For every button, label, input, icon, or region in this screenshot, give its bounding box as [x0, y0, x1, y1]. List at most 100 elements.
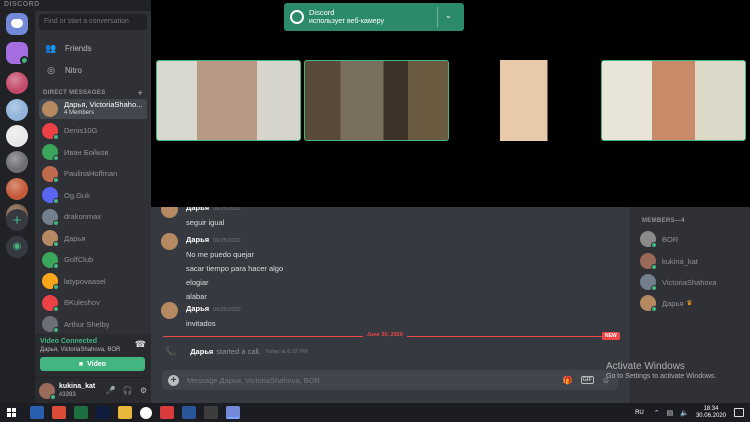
video-button[interactable]: ■ Video	[40, 357, 145, 371]
member-name: VictoriaShahova	[662, 277, 717, 287]
volume-icon[interactable]: 🔈	[680, 409, 689, 417]
user-tag: #3393	[59, 391, 76, 398]
headphones-icon[interactable]: 🎧	[123, 386, 133, 395]
dm-item[interactable]: Og.Guk	[39, 185, 147, 205]
windows-activation-watermark: Activate Windows Go to Settings to activ…	[606, 361, 750, 380]
guild-server-3[interactable]	[6, 125, 28, 147]
taskbar-chrome-icon[interactable]	[52, 406, 66, 419]
notification-title: Discord	[309, 8, 335, 17]
dm-item[interactable]: Arthur Shelby	[39, 314, 147, 334]
dm-item[interactable]: Дарья	[39, 228, 147, 248]
nav-friends[interactable]: 👥 Friends	[39, 39, 147, 57]
guild-server-1[interactable]	[6, 72, 28, 94]
guild-server-4[interactable]	[6, 151, 28, 173]
member-item[interactable]: BOR	[640, 231, 679, 248]
date-divider: June 30, 2020	[363, 332, 407, 338]
system-author[interactable]: Дарья	[190, 347, 213, 356]
video-button-label: Video	[87, 360, 107, 368]
clock[interactable]: 18:34 30.06.2020	[696, 406, 726, 420]
dm-item[interactable]: latypovaasel	[39, 271, 147, 291]
member-name: BOR	[662, 234, 679, 244]
clock-time: 18:34	[703, 405, 719, 412]
nav-nitro[interactable]: ◎ Nitro	[39, 61, 147, 79]
taskbar-photoshop-icon[interactable]	[96, 406, 110, 419]
message-avatar[interactable]	[161, 233, 178, 250]
member-item[interactable]: kukina_kat	[640, 253, 698, 270]
new-badge: NEW	[602, 332, 620, 340]
video-tile-1[interactable]	[156, 60, 301, 141]
member-item[interactable]: Дарья ♛	[640, 295, 693, 312]
video-tile-2[interactable]	[304, 60, 449, 141]
message-composer[interactable]: + Message Дарья, VictoriaShahova, BOR 🎁 …	[162, 370, 618, 390]
dm-avatar	[42, 165, 59, 183]
member-avatar	[640, 231, 657, 248]
dm-item[interactable]: PaulinaHoffman	[39, 164, 147, 184]
dm-name: Og.Guk	[64, 190, 90, 200]
chevron-down-icon[interactable]: ⌄	[445, 11, 452, 20]
notification-badge	[20, 56, 28, 64]
webcam-notification[interactable]: Discord использует веб-камеру ⌄	[284, 3, 464, 31]
taskbar-camera-icon[interactable]	[160, 406, 174, 419]
dm-item[interactable]: Иван Бойков	[39, 142, 147, 162]
taskbar-excel-icon[interactable]	[74, 406, 88, 419]
gift-icon[interactable]: 🎁	[563, 376, 573, 385]
phone-icon: 📞	[165, 346, 177, 356]
microphone-icon[interactable]: 🎤	[106, 386, 116, 395]
dm-name: drakonmax	[64, 212, 102, 221]
member-name: Дарья	[662, 298, 684, 308]
notifications-icon[interactable]	[734, 408, 744, 417]
dm-avatar	[42, 122, 59, 140]
chat-message: Дарья 06/25/2020 No me puedo quejar sacar t…	[161, 233, 283, 303]
message-avatar[interactable]	[161, 302, 178, 319]
dm-item[interactable]: Дарья, VictoriaShaho... 4 Members	[39, 99, 147, 119]
create-dm-icon[interactable]: +	[137, 89, 143, 98]
guild-home[interactable]	[6, 13, 28, 35]
guild-server-5[interactable]	[6, 178, 28, 200]
message-text: elogiar	[186, 278, 209, 287]
dm-name: latypovaasel	[64, 276, 106, 286]
disconnect-icon[interactable]: ☎	[135, 339, 146, 350]
message-author[interactable]: Дарья	[186, 304, 209, 313]
gif-icon[interactable]: GIF	[580, 376, 594, 384]
message-author[interactable]: Дарья	[186, 207, 209, 212]
upload-plus-icon[interactable]: +	[168, 374, 179, 386]
message-author[interactable]: Дарья	[186, 235, 209, 244]
search-input[interactable]: Find or start a conversation	[39, 14, 147, 30]
voice-panel: Video Connected Дарья, VictoriaShahova, …	[35, 334, 151, 378]
message-input[interactable]: Message Дарья, VictoriaShahova, BOR	[187, 376, 563, 385]
member-item[interactable]: VictoriaShahova	[640, 274, 717, 291]
taskbar-task-view-icon[interactable]	[30, 406, 44, 419]
dm-item[interactable]: GolfClub	[39, 250, 147, 270]
dm-item[interactable]: Denis10G	[39, 121, 147, 141]
taskbar-explorer-icon[interactable]	[118, 406, 132, 419]
dm-item[interactable]: drakonmax	[39, 207, 147, 227]
taskbar-discord-icon[interactable]	[226, 406, 240, 419]
guild-server-2[interactable]	[6, 99, 28, 121]
system-text: started a call.	[216, 347, 261, 356]
video-tile-3[interactable]	[452, 60, 597, 141]
dm-name: GolfClub	[64, 255, 94, 264]
start-button[interactable]	[4, 403, 18, 422]
system-time: Today at 6:32 PM	[264, 348, 308, 355]
tray-arrow-icon[interactable]: ⌃	[654, 409, 660, 417]
language-indicator[interactable]: RU	[635, 410, 644, 416]
message-avatar[interactable]	[161, 207, 178, 218]
taskbar-yandex-icon[interactable]	[140, 406, 152, 419]
user-avatar[interactable]	[39, 382, 56, 400]
voice-channel[interactable]: Дарья, VictoriaShahova, BOR	[40, 347, 120, 353]
dm-avatar	[42, 144, 59, 161]
network-icon[interactable]: ▤	[667, 409, 674, 417]
taskbar-video-icon[interactable]	[204, 406, 218, 419]
activation-title: Activate Windows	[606, 361, 685, 372]
settings-gear-icon[interactable]: ⚙	[140, 386, 147, 395]
explore-servers-icon[interactable]: ◉	[6, 236, 28, 258]
friends-icon: 👥	[45, 42, 57, 53]
chat-message: Дарья 06/25/2020 seguir igual	[161, 207, 241, 229]
guild-friend-requests[interactable]	[6, 42, 28, 64]
dm-item[interactable]: BKuleshov	[39, 293, 147, 313]
taskbar-word-icon[interactable]	[182, 406, 196, 419]
video-tile-4[interactable]	[601, 60, 746, 141]
chat-area: Дарья 06/25/2020 seguir igual Дарья 06/25/20…	[151, 207, 630, 403]
dm-avatar	[42, 187, 59, 204]
add-server-icon[interactable]: +	[6, 209, 28, 231]
